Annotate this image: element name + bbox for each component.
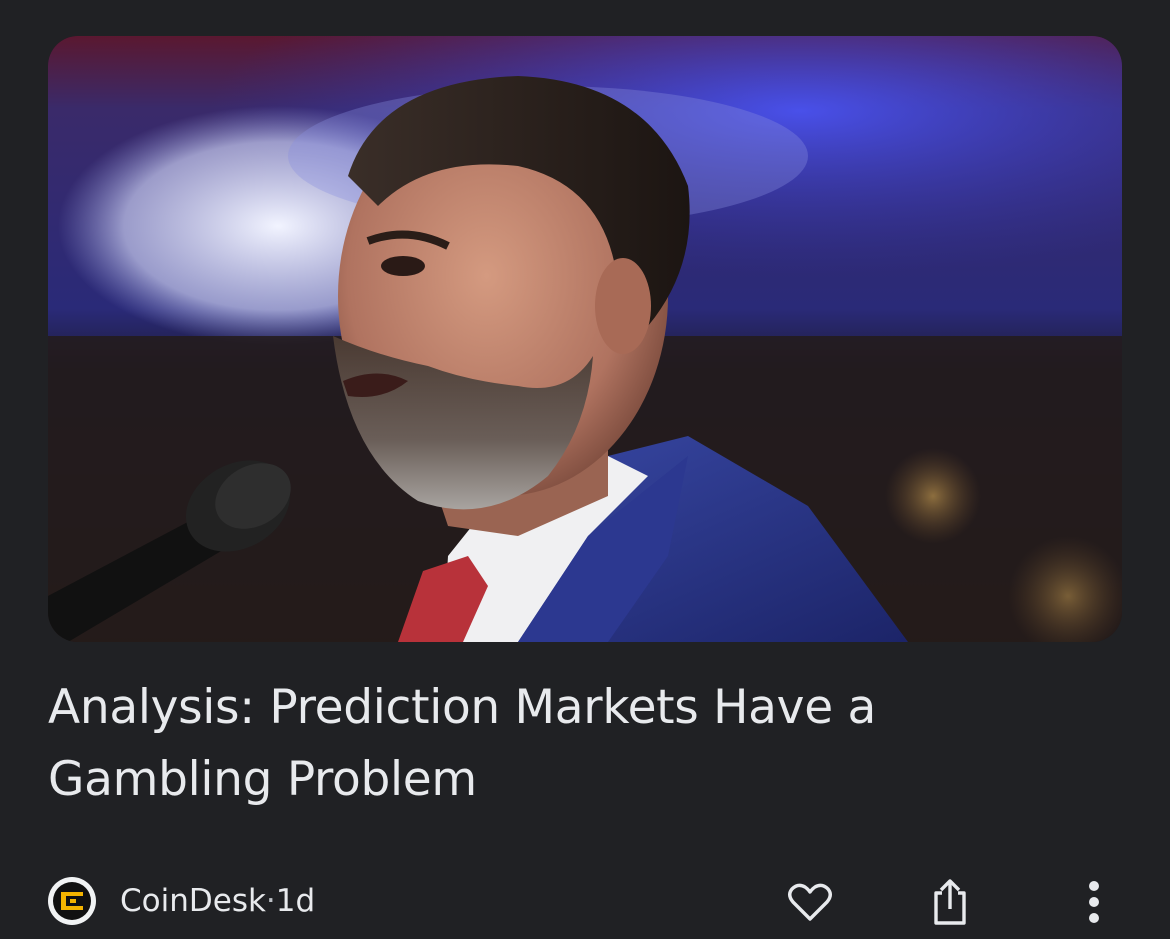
news-article-card[interactable]: Analysis: Prediction Markets Have a Gamb… xyxy=(0,0,1170,939)
article-hero-image[interactable] xyxy=(48,36,1122,642)
article-headline[interactable]: Analysis: Prediction Markets Have a Gamb… xyxy=(48,672,1108,816)
hero-photo-illustration xyxy=(48,36,1122,642)
source-name: CoinDesk xyxy=(120,883,266,919)
share-button[interactable] xyxy=(926,878,974,926)
more-vert-icon xyxy=(1089,881,1099,923)
coindesk-logo-icon xyxy=(48,877,96,925)
source-text: CoinDesk · 1d xyxy=(120,883,315,919)
share-icon xyxy=(934,879,966,925)
article-age: 1d xyxy=(275,883,316,919)
source-link[interactable]: CoinDesk · 1d xyxy=(48,876,315,926)
meta-separator: · xyxy=(265,883,276,919)
heart-outline-icon xyxy=(788,883,832,921)
like-button[interactable] xyxy=(786,878,834,926)
article-meta-row: CoinDesk · 1d xyxy=(48,870,1122,934)
more-options-button[interactable] xyxy=(1070,878,1118,926)
